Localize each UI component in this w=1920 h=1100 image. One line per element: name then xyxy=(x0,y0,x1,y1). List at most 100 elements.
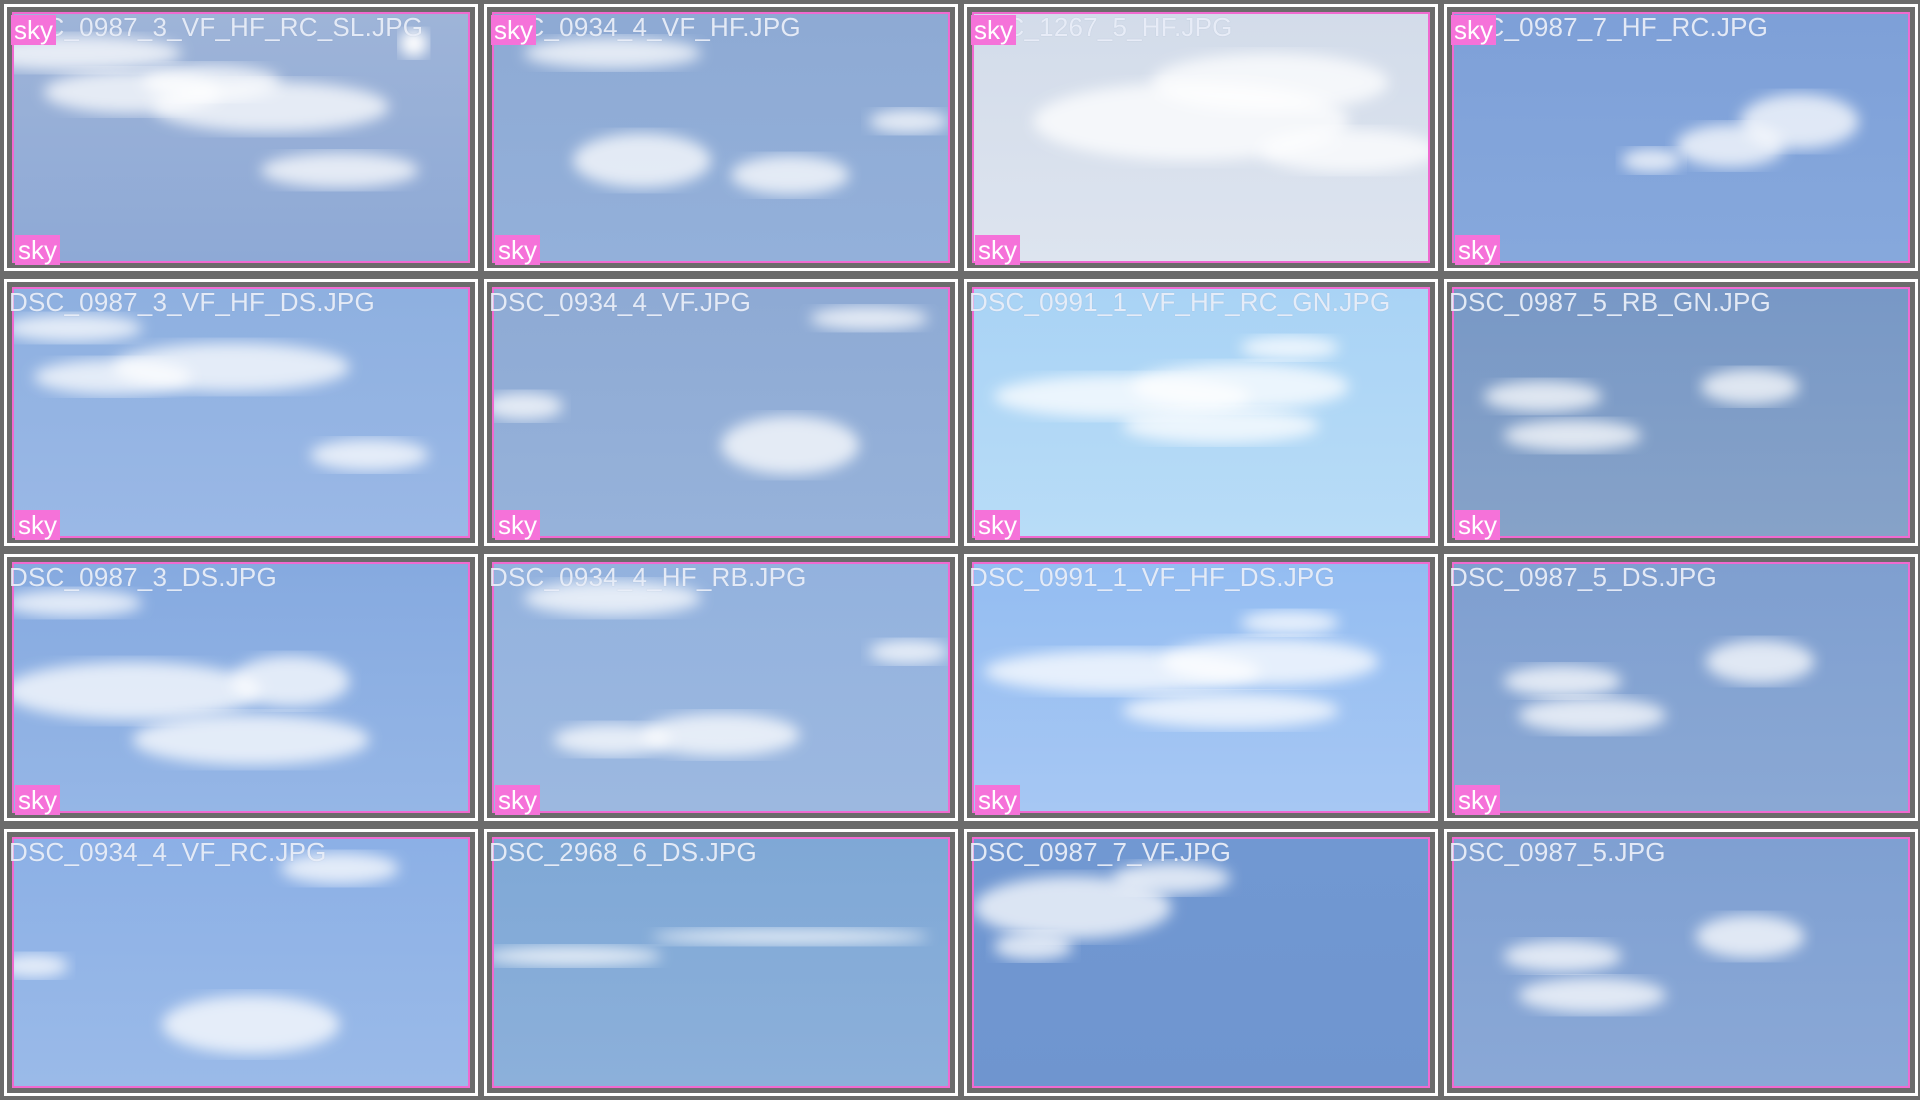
thumbnail-tile[interactable]: DSC_0987_5.JPG xyxy=(1444,829,1918,1096)
thumbnail-filename: DSC_2968_6_DS.JPG xyxy=(489,837,757,867)
cloud xyxy=(1700,369,1800,405)
sky-image xyxy=(494,839,948,1086)
thumbnail-tile[interactable]: DSC_0987_7_HF_RC.JPG sky sky xyxy=(1444,4,1918,271)
thumbnail-frame: DSC_0987_5_DS.JPGsky xyxy=(1447,557,1915,818)
sky-photo xyxy=(1452,837,1910,1088)
thumbnail-filename: DSC_0987_5_DS.JPG xyxy=(1449,562,1717,592)
cloud xyxy=(1483,380,1603,413)
thumbnail-frame: DSC_0987_5_RB_GN.JPGsky xyxy=(1447,282,1915,543)
sky-photo xyxy=(12,287,470,538)
sky-label-tag: sky xyxy=(15,510,60,540)
cloud xyxy=(1705,640,1815,684)
cloud xyxy=(231,655,350,707)
sky-image xyxy=(974,564,1428,811)
sky-label-tag: sky xyxy=(495,235,540,265)
thumbnail-filename: DSC_0987_7_VF.JPG xyxy=(969,837,1232,867)
thumbnail-filename: DSC_0934_4_HF_RB.JPG xyxy=(489,562,807,592)
sky-label-tag: sky xyxy=(1455,785,1500,815)
sky-gradient xyxy=(1454,289,1908,536)
thumbnail-frame: DSC_1267_5_HF.JPG sky sky xyxy=(967,7,1435,268)
thumbnail-frame: DSC_0987_7_VF.JPG xyxy=(967,832,1435,1093)
sky-photo xyxy=(12,837,470,1088)
thumbnail-filename: DSC_0987_5_RB_GN.JPG xyxy=(1449,287,1771,317)
thumbnail-tile[interactable]: DSC_0987_7_VF.JPG xyxy=(964,829,1438,1096)
sky-image xyxy=(14,564,468,811)
cloud xyxy=(1131,363,1350,411)
cloud xyxy=(730,155,850,195)
sky-image xyxy=(974,14,1428,261)
sky-image xyxy=(494,14,948,261)
thumbnail-tile[interactable]: DSC_0987_5_DS.JPGsky xyxy=(1444,554,1918,821)
thumbnail-tile[interactable]: DSC_0991_1_VF_HF_DS.JPG sky xyxy=(964,554,1438,821)
sky-image xyxy=(1454,564,1908,811)
sky-label-tag: sky xyxy=(971,15,1016,45)
sky-image xyxy=(1454,839,1908,1086)
cloud xyxy=(1503,419,1642,452)
thumbnail-tile[interactable]: DSC_0987_3_VF_HF_DS.JPGsky xyxy=(4,279,478,546)
thumbnail-frame: DSC_0987_5.JPG xyxy=(1447,832,1915,1093)
thumbnail-tile[interactable]: DSC_0934_4_VF_RC.JPG xyxy=(4,829,478,1096)
thumbnail-tile[interactable]: DSC_0934_4_VF.JPG sky xyxy=(484,279,958,546)
cloud xyxy=(1240,335,1340,360)
sky-label-tag: sky xyxy=(975,510,1020,540)
thumbnail-filename: DSC_0987_3_VF_HF_RC_SL.JPG xyxy=(9,12,424,42)
sky-photo xyxy=(492,562,950,813)
thumbnail-filename: DSC_0987_7_HF_RC.JPG xyxy=(1449,12,1769,42)
cloud xyxy=(572,133,712,188)
thumbnail-frame: DSC_0934_4_VF.JPG sky xyxy=(487,282,955,543)
cloud xyxy=(1621,148,1681,173)
sky-label-tag: sky xyxy=(1455,510,1500,540)
cloud xyxy=(310,439,429,471)
thumbnail-grid: DSC_0987_3_VF_HF_RC_SL.JPG sky sky DSC_0934… xyxy=(0,0,1920,1100)
sky-photo xyxy=(972,837,1430,1088)
sky-image xyxy=(1454,289,1908,536)
sky-image xyxy=(974,289,1428,536)
sky-photo xyxy=(1452,562,1910,813)
thumbnail-filename: DSC_0987_3_VF_HF_DS.JPG xyxy=(9,287,375,317)
cloud xyxy=(132,714,370,766)
thumbnail-tile[interactable]: DSC_0934_4_VF_HF.JPG sky sky xyxy=(484,4,958,271)
thumbnail-filename: DSC_0934_4_VF_RC.JPG xyxy=(9,837,327,867)
thumbnail-filename: DSC_0991_1_VF_HF_DS.JPG xyxy=(969,562,1335,592)
cloud xyxy=(1161,638,1379,686)
sky-label-tag: sky xyxy=(15,235,60,265)
thumbnail-tile[interactable]: DSC_0991_1_VF_HF_RC_GN.JPG sky xyxy=(964,279,1438,546)
thumbnail-tile[interactable]: DSC_0934_4_HF_RB.JPG sky xyxy=(484,554,958,821)
cloud xyxy=(869,109,948,134)
thumbnail-frame: DSC_0934_4_VF_HF.JPG sky sky xyxy=(487,7,955,268)
thumbnail-tile[interactable]: DSC_0987_3_DS.JPG sky xyxy=(4,554,478,821)
cloud xyxy=(1676,124,1785,168)
thumbnail-frame: DSC_0991_1_VF_HF_RC_GN.JPG sky xyxy=(967,282,1435,543)
sky-label-tag: sky xyxy=(15,785,60,815)
cloud xyxy=(869,640,948,664)
cloud xyxy=(162,995,340,1054)
sky-photo xyxy=(1452,12,1910,263)
sky-image xyxy=(14,839,468,1086)
sky-photo xyxy=(12,12,470,263)
sky-image xyxy=(14,289,468,536)
cloud xyxy=(1503,940,1622,972)
cloud xyxy=(651,928,929,945)
cloud xyxy=(1518,697,1667,733)
sky-label-tag: sky xyxy=(975,235,1020,265)
thumbnail-tile[interactable]: DSC_2968_6_DS.JPG xyxy=(484,829,958,1096)
sky-photo xyxy=(12,562,470,813)
sky-image xyxy=(494,564,948,811)
sky-photo xyxy=(972,562,1430,813)
thumbnail-tile[interactable]: DSC_0987_5_RB_GN.JPGsky xyxy=(1444,279,1918,546)
thumbnail-tile[interactable]: DSC_1267_5_HF.JPG sky sky xyxy=(964,4,1438,271)
sky-label-tag: sky xyxy=(1451,15,1496,45)
sky-photo xyxy=(1452,287,1910,538)
sky-photo xyxy=(492,837,950,1088)
sky-image xyxy=(494,289,948,536)
sky-photo xyxy=(492,287,950,538)
sky-photo xyxy=(972,287,1430,538)
thumbnail-frame: DSC_0934_4_HF_RB.JPG sky xyxy=(487,557,955,818)
cloud xyxy=(260,152,419,188)
sky-label-tag: sky xyxy=(491,15,536,45)
cloud xyxy=(33,359,192,395)
cloud xyxy=(1240,610,1340,635)
cloud xyxy=(523,37,702,69)
thumbnail-tile[interactable]: DSC_0987_3_VF_HF_RC_SL.JPG sky sky xyxy=(4,4,478,271)
cloud xyxy=(1122,692,1340,729)
